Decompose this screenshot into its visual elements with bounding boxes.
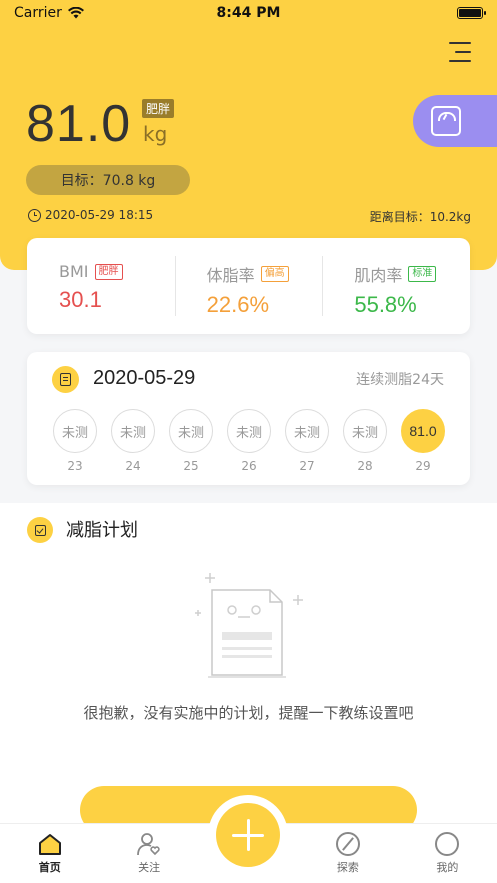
measure-datetime: 2020-05-29 18:15 xyxy=(28,208,153,222)
metric-label: BMI xyxy=(59,262,89,281)
day-circle[interactable]: 未测 xyxy=(111,409,155,453)
metric-value: 22.6% xyxy=(206,292,270,317)
user-icon xyxy=(435,832,460,856)
battery-icon xyxy=(457,7,486,19)
day-number: 24 xyxy=(125,459,141,473)
day-number: 23 xyxy=(67,459,83,473)
weight-status-badge: 肥胖 xyxy=(142,99,175,118)
empty-document-icon xyxy=(195,573,303,678)
metric-tag: 标准 xyxy=(408,266,437,282)
scale-icon xyxy=(431,106,461,136)
metric-label: 肌肉率 xyxy=(354,266,403,285)
home-icon xyxy=(38,834,61,855)
body-metrics-card[interactable]: BMI 肥胖 30.1 体脂率 偏高 22.6% 肌肉率 标准 55.8% xyxy=(27,238,470,334)
metric-bmi[interactable]: BMI 肥胖 30.1 xyxy=(27,238,175,334)
weight-unit: kg xyxy=(143,122,168,146)
tab-label: 探索 xyxy=(336,861,359,874)
scale-button[interactable] xyxy=(413,95,497,147)
day-circle[interactable]: 未测 xyxy=(285,409,329,453)
metric-muscle[interactable]: 肌肉率 标准 55.8% xyxy=(322,238,470,334)
day-number: 29 xyxy=(415,459,431,473)
day-circle[interactable]: 未测 xyxy=(227,409,271,453)
measure-datetime-text: 2020-05-29 18:15 xyxy=(45,208,154,222)
calendar-icon xyxy=(52,366,79,393)
day-circle[interactable]: 未测 xyxy=(343,409,387,453)
day-item[interactable]: 未测 27 xyxy=(285,409,329,473)
tab-explore[interactable]: 探索 xyxy=(298,824,397,883)
day-circle-selected[interactable]: 81.0 xyxy=(401,409,445,453)
weight-value: 81.0 xyxy=(26,95,132,153)
day-item[interactable]: 未测 28 xyxy=(343,409,387,473)
day-number: 27 xyxy=(299,459,315,473)
day-item[interactable]: 未测 25 xyxy=(169,409,213,473)
day-circle[interactable]: 未测 xyxy=(169,409,213,453)
metric-tag: 偏高 xyxy=(260,266,289,282)
tab-label: 关注 xyxy=(138,861,161,874)
day-circle[interactable]: 未测 xyxy=(53,409,97,453)
day-item[interactable]: 未测 24 xyxy=(111,409,155,473)
plan-check-icon xyxy=(27,517,53,543)
empty-plan-message: 很抱歉，没有实施中的计划，提醒一下教练设置吧 xyxy=(83,704,414,722)
plan-title: 减脂计划 xyxy=(66,520,138,541)
status-time: 8:44 PM xyxy=(216,5,281,21)
tab-label: 我的 xyxy=(436,861,459,874)
day-list: 未测 23 未测 24 未测 25 未测 26 未测 27 未测 28 81.0… xyxy=(53,409,445,473)
metric-value: 55.8% xyxy=(354,292,417,317)
status-bar: Carrier 8:44 PM xyxy=(0,0,497,26)
history-date: 2020-05-29 xyxy=(93,367,196,389)
day-item[interactable]: 未测 26 xyxy=(227,409,271,473)
plus-icon xyxy=(216,803,280,867)
tab-home[interactable]: 首页 xyxy=(0,824,99,883)
add-record-button[interactable] xyxy=(208,795,288,875)
day-item[interactable]: 未测 23 xyxy=(53,409,97,473)
day-number: 28 xyxy=(357,459,373,473)
history-card: 2020-05-29 连续测脂24天 未测 23 未测 24 未测 25 未测 … xyxy=(27,352,470,485)
target-weight-pill[interactable]: 目标：70.8 kg xyxy=(26,165,190,195)
compass-icon xyxy=(335,832,360,856)
menu-icon[interactable] xyxy=(447,42,471,62)
streak-label: 连续测脂24天 xyxy=(356,372,444,388)
person-heart-icon xyxy=(137,833,160,856)
metric-body-fat[interactable]: 体脂率 偏高 22.6% xyxy=(174,238,323,334)
fat-loss-plan-section: 减脂计划 很抱歉，没有实施中的计划，提醒一下教练设置吧 xyxy=(0,503,497,834)
metric-value: 30.1 xyxy=(59,287,102,312)
tab-me[interactable]: 我的 xyxy=(398,824,497,883)
tab-label: 首页 xyxy=(38,861,61,874)
tab-follow[interactable]: 关注 xyxy=(99,824,198,883)
day-item-selected[interactable]: 81.0 29 xyxy=(401,409,445,473)
distance-to-target: 距离目标：10.2kg xyxy=(369,210,471,224)
header: 81.0 肥胖 kg 目标：70.8 kg 2020-05-29 18:15 距… xyxy=(0,0,497,270)
day-number: 26 xyxy=(241,459,257,473)
metric-label: 体脂率 xyxy=(206,266,255,285)
clock-icon xyxy=(28,208,41,222)
day-number: 25 xyxy=(183,459,199,473)
metric-tag: 肥胖 xyxy=(94,263,123,280)
